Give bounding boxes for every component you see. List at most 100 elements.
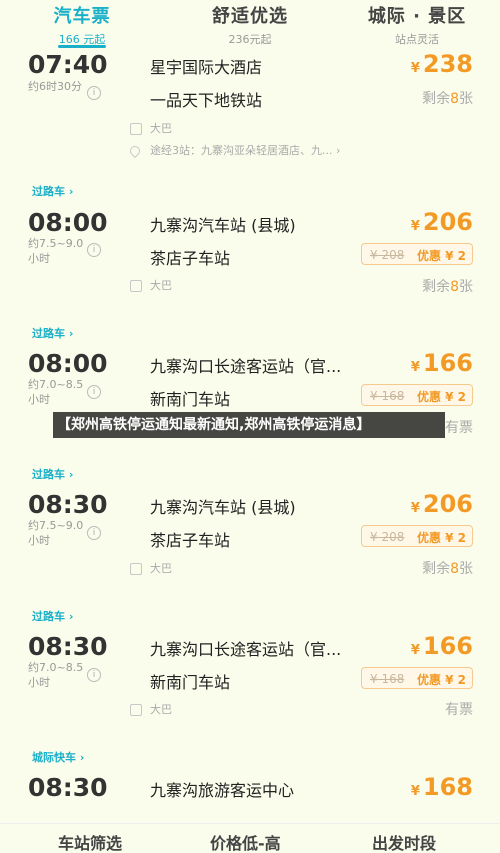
duration: 约7.5~9.0小时 [28, 237, 84, 265]
destination-station: 新南门车站 [150, 673, 231, 692]
tab-title: 城际 · 景区 [367, 6, 467, 27]
currency-symbol: ¥ [410, 784, 420, 799]
route-stops[interactable]: 途经3站：九寨沟亚朵轻居酒店、九... › [127, 142, 340, 159]
remain-prefix: 剩余 [422, 279, 451, 295]
tab-comfort[interactable]: 舒适优选 236元起 [205, 2, 295, 47]
tab-bus-ticket[interactable]: 汽车票 166 元起 [50, 2, 114, 47]
discount-badge: ¥ 208 优惠 ¥ 2 [361, 243, 473, 265]
destination-station: 一品天下地铁站 [150, 91, 263, 110]
ticket-type-tabs: 汽车票 166 元起 舒适优选 236元起 城际 · 景区 站点灵活 [0, 0, 500, 48]
destination-station: 新南门车站 [150, 390, 231, 409]
remain-suffix: 有票 [445, 420, 473, 436]
price: ¥166 [411, 349, 473, 377]
vehicle-type: 大巴 [130, 560, 172, 576]
original-price: ¥ 208 [370, 248, 405, 262]
discount-amount: 优惠 ¥ 2 [416, 390, 466, 404]
seats-remaining: 剩余8张 [422, 88, 473, 108]
bottom-filter-bar: 车站筛选 价格低-高 出发时段 [0, 823, 500, 853]
vehicle-type: 大巴 [130, 120, 172, 136]
price: ¥206 [411, 208, 473, 236]
vehicle-label: 大巴 [150, 562, 172, 575]
currency-symbol: ¥ [410, 501, 420, 516]
trip-tag[interactable]: 过路车 › [32, 608, 73, 624]
vehicle-label: 大巴 [150, 703, 172, 716]
origin-station: 九寨沟汽车站 (县城) [150, 498, 296, 517]
price-value: 166 [422, 349, 473, 377]
discount-badge: ¥ 208 优惠 ¥ 2 [361, 525, 473, 547]
remain-count: 8 [450, 91, 459, 107]
bus-icon [130, 123, 142, 135]
origin-station: 九寨沟汽车站 (县城) [150, 216, 296, 235]
info-icon[interactable]: i [87, 526, 101, 540]
original-price: ¥ 208 [370, 530, 405, 544]
origin-station: 九寨沟口长途客运站（官... [150, 640, 342, 659]
info-icon[interactable]: i [87, 668, 101, 682]
discount-amount: 优惠 ¥ 2 [416, 531, 466, 545]
bus-icon [130, 563, 142, 575]
price-value: 206 [422, 208, 473, 236]
info-icon[interactable]: i [87, 243, 101, 257]
active-tab-indicator [58, 45, 106, 48]
seats-remaining: 有票 [445, 417, 473, 437]
station-filter-button[interactable]: 车站筛选 [58, 830, 122, 853]
duration: 约7.0~8.5小时 [28, 378, 84, 406]
seats-remaining: 剩余8张 [422, 558, 473, 578]
remain-suffix: 张 [459, 91, 473, 107]
trip-tag[interactable]: 过路车 › [32, 325, 73, 341]
duration: 约7.5~9.0小时 [28, 519, 84, 547]
seats-remaining: 有票 [445, 699, 473, 719]
bus-icon [130, 704, 142, 716]
origin-station: 九寨沟旅游客运中心 [150, 781, 295, 800]
currency-symbol: ¥ [410, 360, 420, 375]
currency-symbol: ¥ [410, 61, 420, 76]
info-icon[interactable]: i [87, 385, 101, 399]
discount-amount: 优惠 ¥ 2 [416, 673, 466, 687]
tab-subtitle: 站点灵活 [395, 33, 439, 46]
departure-time: 08:00 [28, 208, 108, 237]
departure-time: 07:40 [28, 50, 108, 79]
price-value: 166 [422, 632, 473, 660]
tab-intercity[interactable]: 城际 · 景区 站点灵活 [362, 2, 472, 47]
discount-badge: ¥ 168 优惠 ¥ 2 [361, 384, 473, 406]
seats-remaining: 剩余8张 [422, 276, 473, 296]
price-value: 238 [422, 50, 473, 78]
remain-prefix: 剩余 [422, 561, 451, 577]
departure-time: 08:30 [28, 490, 108, 519]
vehicle-label: 大巴 [150, 279, 172, 292]
price-sort-button[interactable]: 价格低-高 [210, 830, 281, 853]
currency-symbol: ¥ [410, 643, 420, 658]
tab-subtitle: 236元起 [228, 33, 272, 46]
price-value: 168 [422, 773, 473, 801]
news-banner[interactable]: 【郑州高铁停运通知最新通知,郑州高铁停运消息】 [53, 412, 445, 438]
trip-tag[interactable]: 过路车 › [32, 183, 73, 199]
remain-suffix: 张 [459, 561, 473, 577]
price: ¥238 [411, 50, 473, 78]
info-icon[interactable]: i [87, 86, 101, 100]
remain-count: 8 [450, 561, 459, 577]
original-price: ¥ 168 [370, 672, 405, 686]
remain-suffix: 张 [459, 279, 473, 295]
remain-suffix: 有票 [445, 702, 473, 718]
price-value: 206 [422, 490, 473, 518]
trip-tag[interactable]: 城际快车 › [32, 749, 84, 765]
remain-count: 8 [450, 279, 459, 295]
original-price: ¥ 168 [370, 389, 405, 403]
destination-station: 茶店子车站 [150, 531, 231, 550]
duration: 约6时30分 [28, 80, 82, 93]
duration: 约7.0~8.5小时 [28, 661, 84, 689]
departure-time: 08:30 [28, 632, 108, 661]
tab-title: 舒适优选 [212, 6, 288, 27]
destination-station: 茶店子车站 [150, 249, 231, 268]
departure-time-filter-button[interactable]: 出发时段 [372, 830, 436, 853]
price: ¥166 [411, 632, 473, 660]
price: ¥168 [411, 773, 473, 801]
vehicle-type: 大巴 [130, 701, 172, 717]
discount-badge: ¥ 168 优惠 ¥ 2 [361, 667, 473, 689]
departure-time: 08:30 [28, 773, 108, 802]
location-pin-icon [127, 143, 143, 159]
discount-amount: 优惠 ¥ 2 [416, 249, 466, 263]
trip-tag[interactable]: 过路车 › [32, 466, 73, 482]
currency-symbol: ¥ [410, 219, 420, 234]
bus-icon [130, 280, 142, 292]
tab-title: 汽车票 [53, 6, 111, 27]
